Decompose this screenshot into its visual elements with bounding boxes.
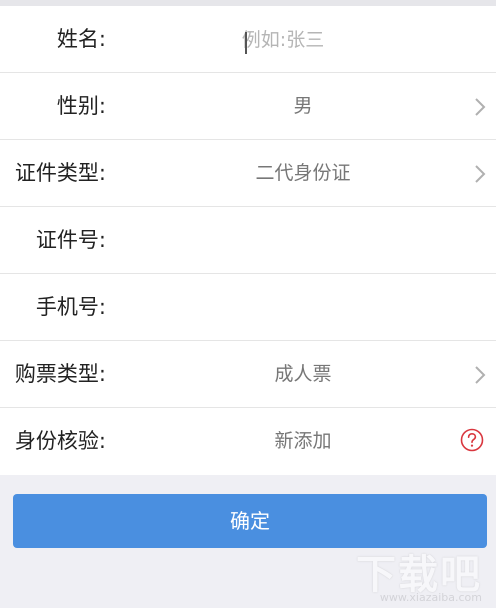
passenger-form: 姓名: 性别: 男 证件类型: 二代身份证 证件号: 手机号: 购票类型: 成人… [0, 6, 496, 475]
watermark: 下载吧 www.xiazaiba.com [345, 540, 490, 604]
gender-value: 男 [293, 95, 313, 117]
text-cursor [245, 32, 247, 54]
name-label: 姓名: [56, 27, 106, 51]
id-type-label: 证件类型: [14, 161, 106, 185]
name-input[interactable] [110, 18, 456, 61]
question-circle-icon[interactable] [460, 428, 484, 452]
id-number-input[interactable] [110, 219, 456, 262]
ticket-type-label: 购票类型: [14, 362, 106, 386]
phone-input[interactable] [110, 286, 456, 329]
gender-label: 性别: [56, 94, 106, 118]
verify-label: 身份核验: [14, 429, 106, 453]
id-type-row[interactable]: 证件类型: 二代身份证 [0, 140, 496, 207]
id-type-value: 二代身份证 [255, 162, 351, 184]
name-row[interactable]: 姓名: [0, 6, 496, 73]
verify-row[interactable]: 身份核验: 新添加 [0, 408, 496, 475]
verify-value: 新添加 [274, 430, 332, 452]
gender-row[interactable]: 性别: 男 [0, 73, 496, 140]
chevron-right-icon [475, 366, 486, 384]
phone-label: 手机号: [35, 295, 106, 319]
chevron-right-icon [475, 98, 486, 116]
ticket-type-value: 成人票 [274, 363, 332, 385]
id-number-row[interactable]: 证件号: [0, 207, 496, 274]
ticket-type-row[interactable]: 购票类型: 成人票 [0, 341, 496, 408]
watermark-url: www.xiazaiba.com [379, 591, 482, 604]
chevron-right-icon [475, 165, 486, 183]
id-number-label: 证件号: [35, 228, 106, 252]
phone-row[interactable]: 手机号: [0, 274, 496, 341]
